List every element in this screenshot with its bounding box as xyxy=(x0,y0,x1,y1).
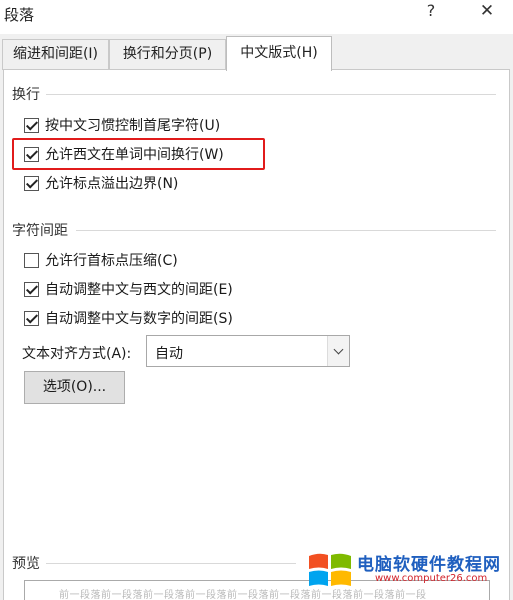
tab-indent-spacing[interactable]: 缩进和间距(I) xyxy=(2,39,109,70)
checkbox-unchecked[interactable] xyxy=(24,252,39,268)
tab-asian-typography[interactable]: 中文版式(H) xyxy=(226,36,332,71)
tab-line-page-break[interactable]: 换行和分页(P) xyxy=(109,39,226,70)
checkbox-checked[interactable] xyxy=(24,281,39,297)
checkbox-option-space-chinese-western[interactable]: 自动调整中文与西文的间距(E) xyxy=(24,278,233,300)
checkbox-option-punctuation-control[interactable]: 按中文习惯控制首尾字符(U) xyxy=(24,114,220,136)
options-button[interactable]: 选项(O)... xyxy=(24,371,125,404)
checkbox-option-punctuation-overflow[interactable]: 允许标点溢出边界(N) xyxy=(24,172,178,194)
checkbox-option-compress-punctuation[interactable]: 允许行首标点压缩(C) xyxy=(24,249,178,271)
option-label: 自动调整中文与数字的间距(S) xyxy=(45,311,233,327)
checkbox-checked[interactable] xyxy=(24,310,39,326)
text-alignment-select[interactable]: 自动 xyxy=(146,335,350,367)
close-button[interactable]: ✕ xyxy=(472,0,502,26)
checkbox-option-space-chinese-numbers[interactable]: 自动调整中文与数字的间距(S) xyxy=(24,307,233,329)
dialog-title: 段落 xyxy=(4,6,35,24)
section-divider xyxy=(46,563,296,564)
option-label: 自动调整中文与西文的间距(E) xyxy=(45,282,233,298)
option-label: 允许标点溢出边界(N) xyxy=(45,176,179,192)
red-highlight-box xyxy=(12,138,265,170)
windows-logo-icon xyxy=(309,553,351,586)
paragraph-dialog: 段落 ? ✕ 缩进和间距(I) 换行和分页(P) 中文版式(H) 换行 按中文习… xyxy=(0,0,513,600)
text-alignment-label: 文本对齐方式(A): xyxy=(22,346,132,362)
select-value: 自动 xyxy=(155,346,183,362)
chevron-down-icon[interactable] xyxy=(327,336,349,366)
option-label: 允许行首标点压缩(C) xyxy=(45,253,178,269)
section-title-char-spacing: 字符间距 xyxy=(12,223,68,239)
watermark-title: 电脑软硬件教程网 xyxy=(357,555,501,575)
help-button[interactable]: ? xyxy=(418,0,444,26)
checkbox-checked[interactable] xyxy=(24,175,39,191)
section-divider xyxy=(46,94,496,95)
section-divider xyxy=(76,230,496,231)
section-title-preview: 预览 xyxy=(12,556,40,572)
section-title-line-break: 换行 xyxy=(12,87,40,103)
checkbox-checked[interactable] xyxy=(24,117,39,133)
watermark-url: www.computer26.com xyxy=(375,573,488,584)
title-bar: 段落 ? ✕ xyxy=(0,0,513,34)
watermark: 电脑软硬件教程网 www.computer26.com xyxy=(301,542,511,590)
option-label: 按中文习惯控制首尾字符(U) xyxy=(45,118,221,134)
